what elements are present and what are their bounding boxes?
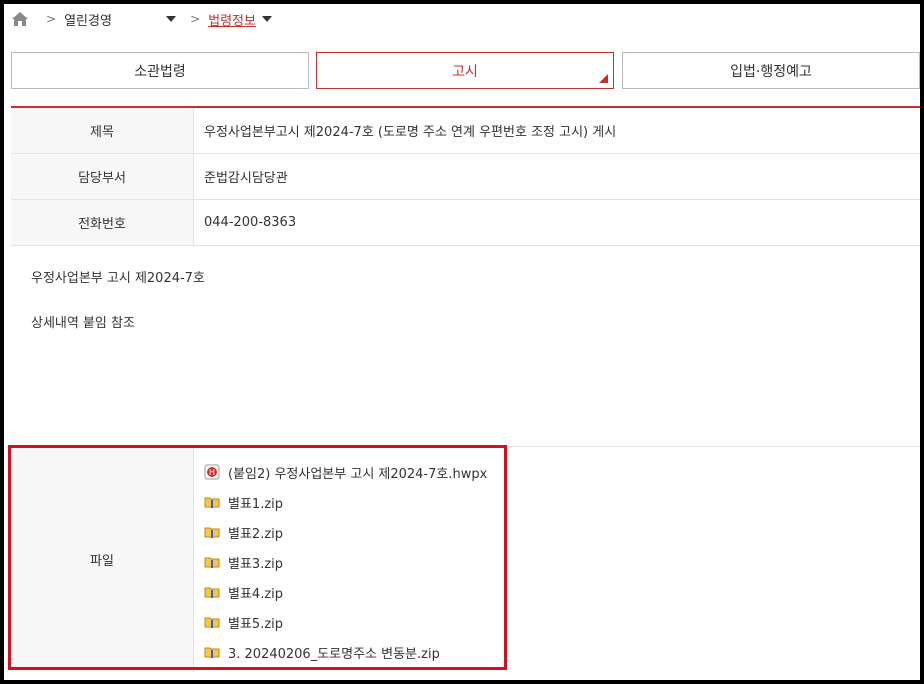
breadcrumb: > 열린경영 > 법령정보 xyxy=(12,8,278,30)
home-icon[interactable] xyxy=(12,12,28,26)
active-corner-icon xyxy=(599,74,608,83)
breadcrumb-separator: > xyxy=(46,12,57,26)
phone-value: 044-200-8363 xyxy=(204,215,297,230)
tab-label: 고시 xyxy=(452,63,478,80)
title-value: 우정사업본부고시 제2024-7호 (도로명 주소 연계 우편번호 조정 고시)… xyxy=(204,125,617,140)
tab-bar: 소관법령 고시 입법·행정예고 xyxy=(11,52,920,89)
chevron-down-icon[interactable] xyxy=(166,16,177,22)
post-body: 우정사업본부 고시 제2024-7호 상세내역 붙임 참조 xyxy=(11,246,920,447)
highlight-box xyxy=(8,445,507,670)
breadcrumb-separator: > xyxy=(190,12,201,26)
department-row: 담당부서 준법감시담당관 xyxy=(11,154,920,200)
tab-label: 소관법령 xyxy=(134,63,186,80)
chevron-down-icon[interactable] xyxy=(261,16,272,22)
body-line: 우정사업본부 고시 제2024-7호 xyxy=(31,271,205,286)
title-label: 제목 xyxy=(11,108,194,153)
breadcrumb-item-open-management[interactable]: 열린경영 xyxy=(64,10,160,29)
phone-row: 전화번호 044-200-8363 xyxy=(11,200,920,246)
body-line: 상세내역 붙임 참조 xyxy=(31,316,135,331)
phone-label: 전화번호 xyxy=(11,200,194,245)
department-label: 담당부서 xyxy=(11,154,194,199)
tab-legislation-notice[interactable]: 입법·행정예고 xyxy=(622,52,920,89)
breadcrumb-item-legal-info[interactable]: 법령정보 xyxy=(208,10,256,29)
tab-label: 입법·행정예고 xyxy=(730,63,812,80)
tab-notices[interactable]: 고시 xyxy=(316,52,614,89)
tab-laws[interactable]: 소관법령 xyxy=(11,52,309,89)
title-row: 제목 우정사업본부고시 제2024-7호 (도로명 주소 연계 우편번호 조정 … xyxy=(11,108,920,154)
department-value: 준법감시담당관 xyxy=(204,171,288,186)
